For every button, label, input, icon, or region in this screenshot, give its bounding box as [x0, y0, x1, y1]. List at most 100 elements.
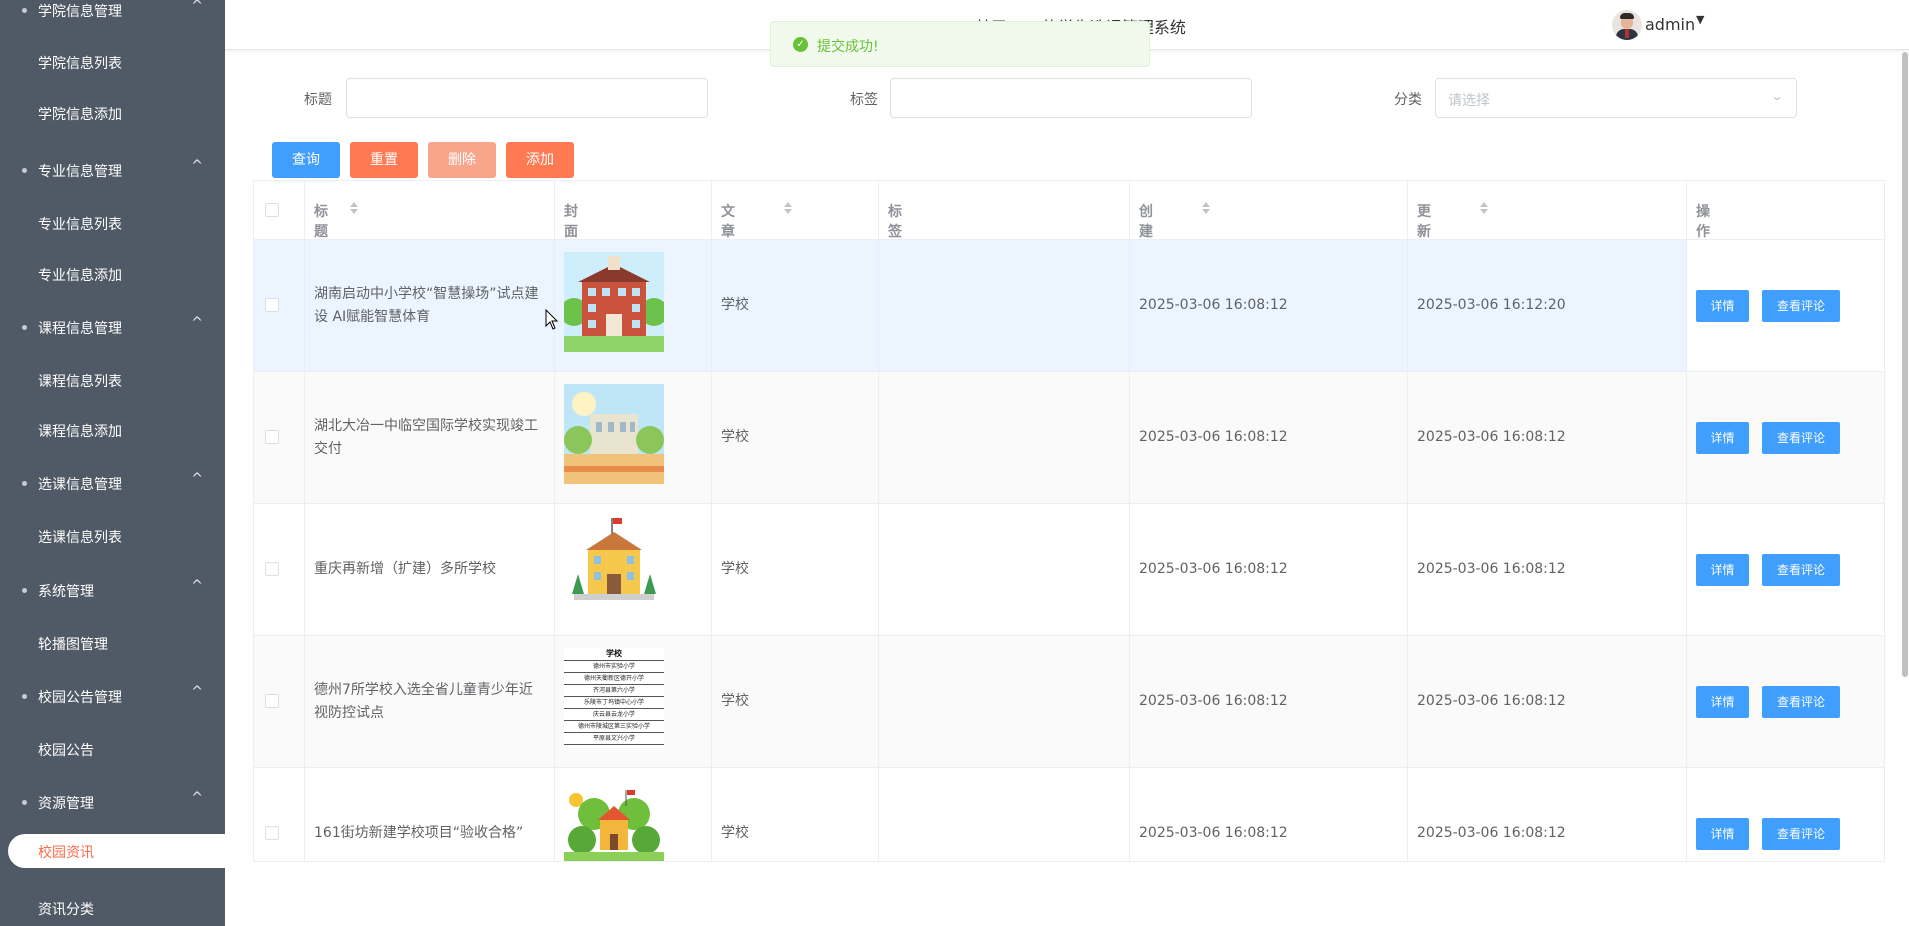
detail-button[interactable]: 详情	[1696, 290, 1749, 322]
detail-button[interactable]: 详情	[1696, 686, 1749, 718]
row-updated: 2025-03-06 16:08:12	[1417, 429, 1566, 445]
sidebar-item-major-add[interactable]: 专业信息添加	[0, 254, 225, 294]
sort-icon[interactable]	[350, 201, 358, 215]
chevron-up-icon: ^	[191, 471, 203, 487]
header-tag-text: 标签	[888, 204, 902, 240]
sidebar-item-news-category[interactable]: 资讯分类	[0, 888, 225, 926]
sidebar-item-label: 选课信息列表	[38, 530, 122, 546]
row-checkbox[interactable]	[265, 826, 279, 840]
sort-icon[interactable]	[784, 201, 792, 215]
table-row[interactable]: 重庆再新增（扩建）多所学校 学校 2025-03-06 16:08:12 202…	[254, 504, 1884, 636]
row-category: 学校	[721, 693, 749, 709]
row-ops: 详情 查看评论	[1686, 768, 1884, 861]
sidebar-item-college-list[interactable]: 学院信息列表	[0, 42, 225, 82]
cover-image	[564, 516, 664, 616]
sidebar-group-label: 系统管理	[38, 584, 94, 600]
sidebar-group-label: 专业信息管理	[38, 164, 122, 180]
table-header: 标题 封面图 文章分类 标签 创建时间 更新时间 操作	[254, 181, 1884, 280]
table-row[interactable]: 德州7所学校入选全省儿童青少年近视防控试点 学校 德州市实验小学 德州天衢新区德…	[254, 636, 1884, 768]
thumb-line: 德州市陵城区第三实验小学	[564, 720, 664, 732]
row-title: 湖北大冶一中临空国际学校实现竣工交付	[314, 418, 538, 457]
sidebar-group-major[interactable]: 专业信息管理 ^	[0, 150, 225, 190]
success-toast: ✓ 提交成功!	[770, 21, 1150, 67]
row-updated: 2025-03-06 16:12:20	[1417, 297, 1566, 313]
sidebar-item-college-add[interactable]: 学院信息添加	[0, 93, 225, 133]
sidebar-group-label: 校园公告管理	[38, 690, 122, 706]
sidebar-item-selection-list[interactable]: 选课信息列表	[0, 516, 225, 556]
view-comments-button[interactable]: 查看评论	[1762, 422, 1840, 454]
sidebar-item-campus-news[interactable]: 校园资讯	[8, 834, 225, 868]
cover-image: 学校 德州市实验小学 德州天衢新区德开小学 齐河县第六小学 乐陵市丁坞镇中心小学…	[564, 648, 664, 748]
row-checkbox[interactable]	[265, 562, 279, 576]
avatar	[1612, 10, 1642, 40]
sidebar-item-course-add[interactable]: 课程信息添加	[0, 410, 225, 450]
row-ops: 详情 查看评论	[1686, 504, 1884, 635]
row-created: 2025-03-06 16:08:12	[1139, 825, 1288, 841]
sidebar-group-label: 课程信息管理	[38, 321, 122, 337]
sidebar-item-label: 校园公告	[38, 743, 94, 759]
row-created: 2025-03-06 16:08:12	[1139, 693, 1288, 709]
category-select[interactable]: 请选择 ⌄	[1435, 78, 1797, 118]
delete-button[interactable]: 删除	[428, 142, 496, 178]
sort-icon[interactable]	[1202, 201, 1210, 215]
chevron-up-icon: ^	[191, 158, 203, 174]
thumb-line: 齐河县第六小学	[564, 684, 664, 696]
sidebar-item-label: 校园资讯	[38, 845, 94, 861]
sidebar: 学院信息管理 ^ 学院信息列表 学院信息添加 专业信息管理 ^ 专业信息列表 专…	[0, 0, 225, 926]
sidebar-item-carousel[interactable]: 轮播图管理	[0, 623, 225, 663]
view-comments-button[interactable]: 查看评论	[1762, 686, 1840, 718]
view-comments-button[interactable]: 查看评论	[1762, 554, 1840, 586]
sidebar-item-label: 资讯分类	[38, 902, 94, 918]
page-scrollbar[interactable]	[1902, 52, 1908, 677]
sidebar-group-notice[interactable]: 校园公告管理 ^	[0, 676, 225, 716]
row-category: 学校	[721, 297, 749, 313]
row-checkbox[interactable]	[265, 694, 279, 708]
row-category: 学校	[721, 429, 749, 445]
row-updated: 2025-03-06 16:08:12	[1417, 825, 1566, 841]
detail-button[interactable]: 详情	[1696, 554, 1749, 586]
view-comments-button[interactable]: 查看评论	[1762, 818, 1840, 850]
sidebar-item-notice[interactable]: 校园公告	[0, 729, 225, 769]
query-button[interactable]: 查询	[272, 142, 340, 178]
row-ops: 详情 查看评论	[1686, 240, 1884, 371]
sidebar-item-label: 学院信息列表	[38, 56, 122, 72]
check-circle-icon: ✓	[793, 37, 808, 52]
title-search-input[interactable]	[346, 78, 708, 118]
thumb-line: 乐陵市丁坞镇中心小学	[564, 696, 664, 708]
add-button[interactable]: 添加	[506, 142, 574, 178]
row-checkbox[interactable]	[265, 430, 279, 444]
row-category: 学校	[721, 561, 749, 577]
thumb-line: 德州市实验小学	[564, 660, 664, 672]
chevron-up-icon: ^	[191, 578, 203, 594]
bullet-icon	[22, 588, 27, 593]
column-divider	[1686, 181, 1687, 861]
sidebar-item-course-list[interactable]: 课程信息列表	[0, 360, 225, 400]
table-row[interactable]: 湖北大冶一中临空国际学校实现竣工交付 学校 2025-03-06 16:08:1…	[254, 372, 1884, 504]
chevron-up-icon: ^	[191, 315, 203, 331]
column-divider	[711, 181, 712, 861]
sidebar-item-label: 专业信息列表	[38, 217, 122, 233]
row-checkbox[interactable]	[265, 298, 279, 312]
sidebar-group-system[interactable]: 系统管理 ^	[0, 570, 225, 610]
caret-down-icon: ▼	[1696, 13, 1705, 26]
view-comments-button[interactable]: 查看评论	[1762, 290, 1840, 322]
thumb-school-list: 德州市实验小学 德州天衢新区德开小学 齐河县第六小学 乐陵市丁坞镇中心小学 庆云…	[564, 660, 664, 745]
sort-icon[interactable]	[1480, 201, 1488, 215]
sidebar-group-course[interactable]: 课程信息管理 ^	[0, 307, 225, 347]
detail-button[interactable]: 详情	[1696, 818, 1749, 850]
reset-button[interactable]: 重置	[350, 142, 418, 178]
row-category: 学校	[721, 825, 749, 841]
chevron-up-icon: ^	[191, 0, 203, 14]
table-row[interactable]: 湖南启动中小学校“智慧操场”试点建设 AI赋能智慧体育 学校 2025-03-0…	[254, 240, 1884, 372]
sidebar-group-college[interactable]: 学院信息管理 ^	[0, 0, 225, 30]
tag-search-input[interactable]	[890, 78, 1252, 118]
select-all-checkbox[interactable]	[265, 203, 279, 217]
bullet-icon	[22, 8, 27, 13]
sidebar-item-label: 课程信息添加	[38, 424, 122, 440]
row-updated: 2025-03-06 16:08:12	[1417, 561, 1566, 577]
table-row[interactable]: 161街坊新建学校项目“验收合格” 学校 2025-03-06 16:08:12…	[254, 768, 1884, 861]
sidebar-group-selection[interactable]: 选课信息管理 ^	[0, 463, 225, 503]
detail-button[interactable]: 详情	[1696, 422, 1749, 454]
sidebar-group-resource[interactable]: 资源管理 ^	[0, 782, 225, 822]
sidebar-item-major-list[interactable]: 专业信息列表	[0, 203, 225, 243]
